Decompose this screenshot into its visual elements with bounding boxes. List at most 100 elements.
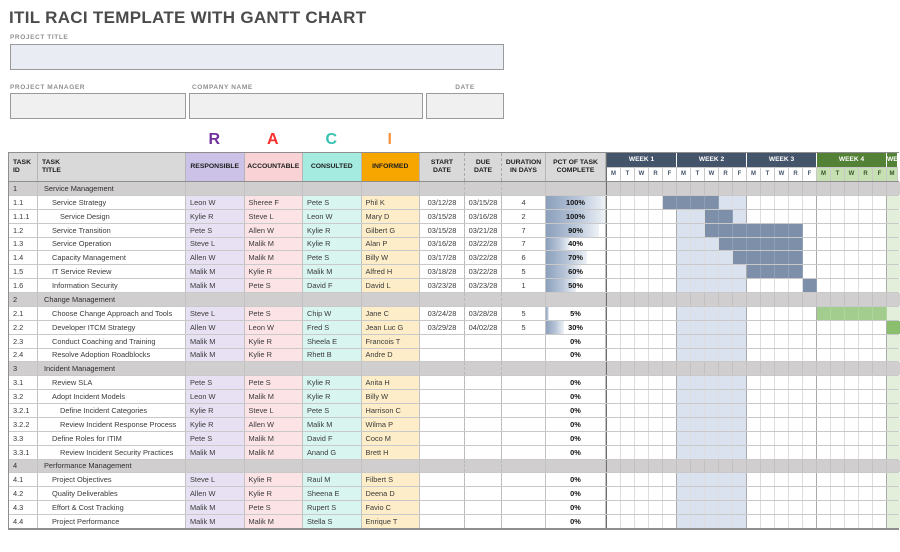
gantt-cell[interactable] bbox=[677, 182, 691, 195]
gantt-cell[interactable] bbox=[691, 501, 705, 514]
gantt-cell[interactable] bbox=[635, 321, 649, 334]
gantt-cell[interactable] bbox=[621, 196, 635, 209]
cell-due-date[interactable]: 03/22/28 bbox=[464, 238, 502, 251]
gantt-cell[interactable] bbox=[649, 362, 663, 375]
gantt-cell[interactable] bbox=[747, 293, 761, 306]
gantt-cell[interactable] bbox=[817, 182, 831, 195]
gantt-cell[interactable] bbox=[719, 349, 733, 362]
cell-accountable[interactable]: Sheree F bbox=[245, 196, 304, 209]
cell-informed[interactable]: Harrison C bbox=[362, 404, 421, 417]
cell-start-date[interactable] bbox=[420, 473, 465, 486]
cell-start-date[interactable]: 03/15/28 bbox=[420, 224, 465, 237]
gantt-cell[interactable] bbox=[733, 362, 747, 375]
gantt-cell[interactable] bbox=[719, 515, 733, 528]
gantt-cell[interactable] bbox=[789, 404, 803, 417]
gantt-cell[interactable] bbox=[621, 224, 635, 237]
cell-pct-complete[interactable] bbox=[546, 182, 606, 195]
gantt-cell[interactable] bbox=[789, 418, 803, 431]
cell-accountable[interactable]: Leon W bbox=[245, 321, 304, 334]
gantt-cell[interactable] bbox=[663, 460, 677, 473]
cell-task-id[interactable]: 1 bbox=[9, 182, 38, 195]
cell-responsible[interactable]: Pete S bbox=[186, 432, 245, 445]
gantt-cell[interactable] bbox=[845, 251, 859, 264]
cell-consulted[interactable]: Kylie R bbox=[303, 224, 362, 237]
gantt-cell[interactable] bbox=[817, 279, 831, 292]
gantt-cell[interactable] bbox=[831, 515, 845, 528]
gantt-cell[interactable] bbox=[747, 515, 761, 528]
gantt-cell[interactable] bbox=[789, 501, 803, 514]
gantt-cell[interactable] bbox=[691, 335, 705, 348]
gantt-cell[interactable] bbox=[873, 446, 887, 459]
gantt-cell[interactable] bbox=[691, 279, 705, 292]
cell-pct-complete[interactable]: 0% bbox=[546, 432, 606, 445]
cell-responsible[interactable]: Allen W bbox=[186, 487, 245, 500]
gantt-cell[interactable] bbox=[607, 224, 621, 237]
gantt-cell[interactable] bbox=[761, 446, 775, 459]
gantt-cell[interactable] bbox=[649, 501, 663, 514]
cell-accountable[interactable] bbox=[245, 460, 304, 473]
gantt-cell[interactable] bbox=[761, 238, 775, 251]
cell-informed[interactable]: Wilma P bbox=[362, 418, 421, 431]
gantt-cell[interactable] bbox=[691, 404, 705, 417]
cell-consulted[interactable] bbox=[303, 362, 362, 375]
gantt-cell[interactable] bbox=[887, 376, 900, 389]
cell-start-date[interactable]: 03/18/28 bbox=[420, 265, 465, 278]
gantt-cell[interactable] bbox=[761, 487, 775, 500]
gantt-cell[interactable] bbox=[719, 446, 733, 459]
cell-start-date[interactable]: 03/24/28 bbox=[420, 307, 465, 320]
cell-task-id[interactable]: 1.5 bbox=[9, 265, 38, 278]
cell-consulted[interactable]: Pete S bbox=[303, 404, 362, 417]
cell-accountable[interactable]: Kylie R bbox=[245, 265, 304, 278]
gantt-cell[interactable] bbox=[649, 473, 663, 486]
gantt-cell[interactable] bbox=[887, 349, 900, 362]
cell-start-date[interactable] bbox=[420, 487, 465, 500]
gantt-cell[interactable] bbox=[761, 349, 775, 362]
cell-pct-complete[interactable]: 0% bbox=[546, 376, 606, 389]
gantt-cell[interactable] bbox=[845, 404, 859, 417]
gantt-cell[interactable] bbox=[635, 404, 649, 417]
gantt-cell[interactable] bbox=[705, 335, 719, 348]
gantt-cell[interactable] bbox=[873, 473, 887, 486]
gantt-cell[interactable] bbox=[831, 335, 845, 348]
cell-responsible[interactable] bbox=[186, 182, 245, 195]
gantt-cell[interactable] bbox=[691, 362, 705, 375]
gantt-cell[interactable] bbox=[621, 293, 635, 306]
gantt-cell[interactable] bbox=[789, 238, 803, 251]
gantt-cell[interactable] bbox=[887, 487, 900, 500]
gantt-cell[interactable] bbox=[789, 390, 803, 403]
gantt-cell[interactable] bbox=[747, 307, 761, 320]
gantt-cell[interactable] bbox=[747, 404, 761, 417]
cell-start-date[interactable] bbox=[420, 460, 465, 473]
gantt-cell[interactable] bbox=[747, 473, 761, 486]
gantt-cell[interactable] bbox=[635, 210, 649, 223]
cell-due-date[interactable] bbox=[464, 473, 502, 486]
cell-task-id[interactable]: 1.2 bbox=[9, 224, 38, 237]
gantt-cell[interactable] bbox=[635, 473, 649, 486]
gantt-cell[interactable] bbox=[747, 251, 761, 264]
gantt-cell[interactable] bbox=[775, 390, 789, 403]
gantt-cell[interactable] bbox=[663, 390, 677, 403]
gantt-cell[interactable] bbox=[733, 418, 747, 431]
cell-duration[interactable] bbox=[501, 460, 546, 473]
gantt-cell[interactable] bbox=[873, 501, 887, 514]
gantt-cell[interactable] bbox=[831, 473, 845, 486]
gantt-cell[interactable] bbox=[677, 404, 691, 417]
gantt-cell[interactable] bbox=[887, 501, 900, 514]
gantt-cell[interactable] bbox=[887, 210, 900, 223]
gantt-cell[interactable] bbox=[705, 224, 719, 237]
gantt-cell[interactable] bbox=[831, 182, 845, 195]
gantt-cell[interactable] bbox=[677, 293, 691, 306]
gantt-cell[interactable] bbox=[691, 376, 705, 389]
gantt-cell[interactable] bbox=[887, 279, 900, 292]
cell-duration[interactable]: 1 bbox=[501, 279, 546, 292]
gantt-cell[interactable] bbox=[663, 196, 677, 209]
cell-responsible[interactable]: Malik M bbox=[186, 279, 245, 292]
cell-pct-complete[interactable]: 0% bbox=[546, 349, 606, 362]
gantt-cell[interactable] bbox=[803, 418, 817, 431]
gantt-cell[interactable] bbox=[831, 210, 845, 223]
gantt-cell[interactable] bbox=[789, 265, 803, 278]
cell-consulted[interactable]: Pete S bbox=[303, 196, 362, 209]
cell-task-title[interactable]: Incident Management bbox=[38, 362, 186, 375]
gantt-cell[interactable] bbox=[775, 293, 789, 306]
gantt-cell[interactable] bbox=[775, 501, 789, 514]
